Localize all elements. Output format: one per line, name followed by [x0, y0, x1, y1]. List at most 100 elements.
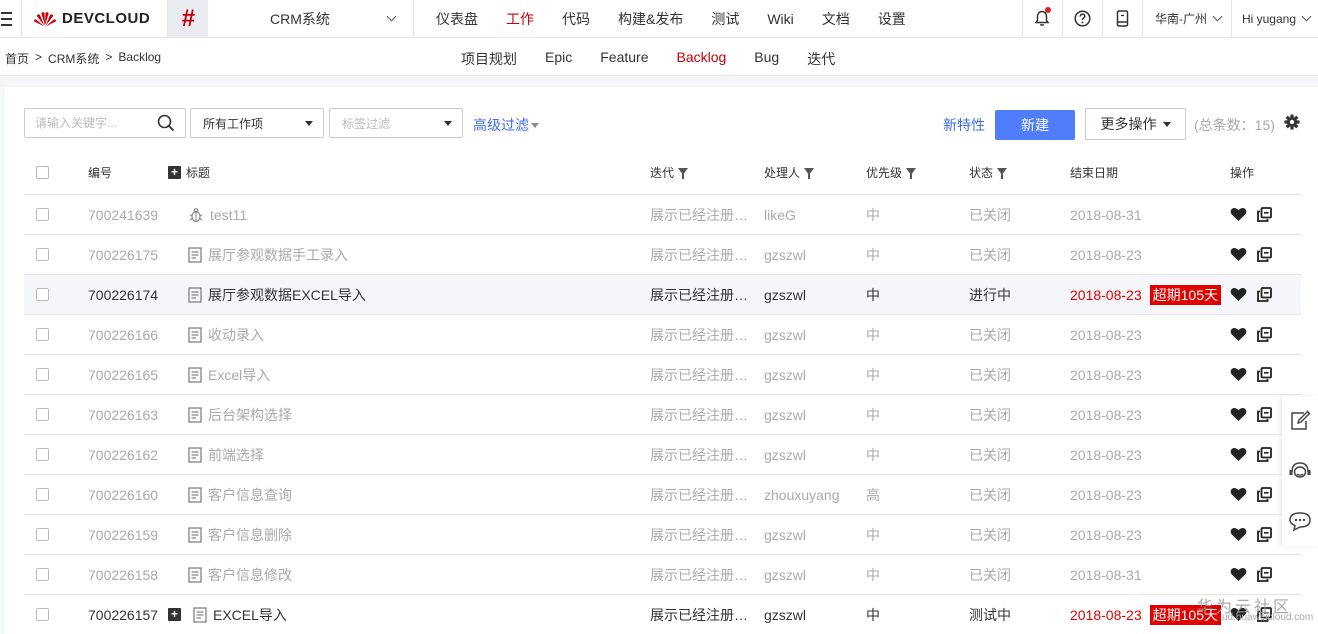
filter-icon[interactable]	[997, 167, 1008, 179]
search-icon[interactable]	[157, 114, 175, 132]
filter-icon[interactable]	[678, 167, 689, 179]
row-checkbox[interactable]	[36, 288, 49, 301]
nav-settings[interactable]: 设置	[878, 9, 906, 29]
nav-dashboard[interactable]: 仪表盘	[436, 9, 478, 29]
filter-icon[interactable]	[804, 167, 815, 179]
copy-icon[interactable]	[1257, 287, 1272, 302]
filter-icon[interactable]	[906, 167, 917, 179]
feedback-button[interactable]	[1282, 396, 1318, 446]
table-row[interactable]: 700226163 后台架构选择 展示已经注册… gzszwl 中 已关闭 2018-08-…	[24, 395, 1301, 435]
customer-service-button[interactable]	[1282, 446, 1318, 496]
nav-docs[interactable]: 文档	[822, 9, 850, 29]
heart-icon[interactable]	[1230, 567, 1247, 582]
work-item-select[interactable]: 所有工作项	[190, 108, 324, 138]
tab-iteration[interactable]: 迭代	[807, 49, 835, 69]
row-id[interactable]: 700226165	[88, 355, 158, 394]
row-title[interactable]: test11	[210, 207, 247, 223]
table-row[interactable]: 700241639 test11 展示已经注册… likeG 中 已关闭 2018-08-3…	[24, 195, 1301, 235]
gear-icon[interactable]	[1284, 114, 1300, 130]
table-row[interactable]: 700226174 展厅参观数据EXCEL导入 展示已经注册… gzszwl 中 进行中 2…	[24, 275, 1301, 315]
copy-icon[interactable]	[1257, 247, 1272, 262]
copy-icon[interactable]	[1257, 207, 1272, 222]
row-checkbox[interactable]	[36, 368, 49, 381]
row-id[interactable]: 700226162	[88, 435, 158, 474]
nav-code[interactable]: 代码	[562, 9, 590, 29]
tab-backlog[interactable]: Backlog	[676, 49, 726, 69]
row-checkbox[interactable]	[36, 608, 49, 621]
copy-icon[interactable]	[1257, 447, 1272, 462]
mobile-button[interactable]	[1101, 0, 1142, 37]
row-id[interactable]: 700226166	[88, 315, 158, 354]
copy-icon[interactable]	[1257, 527, 1272, 542]
copy-icon[interactable]	[1257, 487, 1272, 502]
heart-icon[interactable]	[1230, 527, 1247, 542]
row-id[interactable]: 700241639	[88, 195, 158, 234]
expand-icon[interactable]: +	[168, 608, 181, 621]
heart-icon[interactable]	[1230, 447, 1247, 462]
row-checkbox[interactable]	[36, 328, 49, 341]
row-title[interactable]: 客户信息修改	[208, 565, 292, 585]
expand-all-icon[interactable]: +	[168, 165, 181, 179]
new-feature-link[interactable]: 新特性	[943, 115, 985, 135]
row-id[interactable]: 700226174	[88, 275, 158, 314]
heart-icon[interactable]	[1230, 287, 1247, 302]
row-checkbox[interactable]	[36, 448, 49, 461]
heart-icon[interactable]	[1230, 407, 1247, 422]
help-button[interactable]	[1061, 0, 1102, 37]
breadcrumb-project[interactable]: CRM系统	[48, 50, 99, 67]
row-title[interactable]: EXCEL导入	[213, 605, 287, 625]
row-id[interactable]: 700226160	[88, 475, 158, 514]
copy-icon[interactable]	[1257, 367, 1272, 382]
breadcrumb-home[interactable]: 首页	[5, 50, 29, 67]
region-selector[interactable]: 华南-广州	[1141, 0, 1231, 37]
copy-icon[interactable]	[1257, 567, 1272, 582]
table-row[interactable]: 700226159 客户信息删除 展示已经注册… gzszwl 中 已关闭 2018-08-…	[24, 515, 1301, 555]
tab-epic[interactable]: Epic	[545, 49, 572, 69]
tag-filter-select[interactable]: 标签过滤	[329, 108, 463, 138]
row-title[interactable]: 后台架构选择	[208, 405, 292, 425]
row-checkbox[interactable]	[36, 408, 49, 421]
table-row[interactable]: 700226166 收动录入 展示已经注册… gzszwl 中 已关闭 2018-08-23	[24, 315, 1301, 355]
row-title[interactable]: Excel导入	[208, 365, 270, 385]
row-checkbox[interactable]	[36, 208, 49, 221]
row-checkbox[interactable]	[36, 488, 49, 501]
row-id[interactable]: 700226159	[88, 515, 158, 554]
row-checkbox[interactable]	[36, 248, 49, 261]
select-all-checkbox[interactable]	[36, 165, 49, 179]
table-row[interactable]: 700226160 客户信息查询 展示已经注册… zhouxuyang 高 已关闭 2018…	[24, 475, 1301, 515]
tab-project-planning[interactable]: 项目规划	[461, 49, 517, 69]
table-row[interactable]: 700226175 展厅参观数据手工录入 展示已经注册… gzszwl 中 已关闭 2018…	[24, 235, 1301, 275]
row-checkbox[interactable]	[36, 528, 49, 541]
row-id[interactable]: 700226163	[88, 395, 158, 434]
advanced-filter-link[interactable]: 高级过滤	[473, 115, 539, 135]
tab-bug[interactable]: Bug	[754, 49, 779, 69]
more-actions-button[interactable]: 更多操作	[1085, 108, 1186, 140]
tab-feature[interactable]: Feature	[600, 49, 648, 69]
nav-work[interactable]: 工作	[506, 9, 534, 29]
row-title[interactable]: 展厅参观数据EXCEL导入	[208, 285, 366, 305]
logo[interactable]: DEVCLOUD	[22, 0, 168, 37]
row-title[interactable]: 客户信息查询	[208, 485, 292, 505]
chat-button[interactable]	[1282, 496, 1318, 546]
table-row[interactable]: 700226157 + EXCEL导入 展示已经注册… gzszwl 中 测试中 2018-0…	[24, 595, 1301, 634]
search-input[interactable]	[35, 116, 153, 130]
copy-icon[interactable]	[1257, 327, 1272, 342]
row-title[interactable]: 前端选择	[208, 445, 264, 465]
heart-icon[interactable]	[1230, 327, 1247, 342]
menu-icon[interactable]	[0, 0, 22, 37]
row-id[interactable]: 700226158	[88, 555, 158, 594]
heart-icon[interactable]	[1230, 247, 1247, 262]
table-row[interactable]: 700226162 前端选择 展示已经注册… gzszwl 中 已关闭 2018-08-23	[24, 435, 1301, 475]
row-id[interactable]: 700226175	[88, 235, 158, 274]
user-menu[interactable]: Hi yugang	[1230, 0, 1318, 37]
row-title[interactable]: 客户信息删除	[208, 525, 292, 545]
nav-test[interactable]: 测试	[711, 9, 739, 29]
row-title[interactable]: 展厅参观数据手工录入	[208, 245, 348, 265]
project-icon[interactable]: #	[168, 0, 208, 37]
heart-icon[interactable]	[1230, 207, 1247, 222]
row-id[interactable]: 700226157	[88, 595, 158, 634]
new-button[interactable]: 新建	[995, 110, 1075, 140]
heart-icon[interactable]	[1230, 487, 1247, 502]
nav-wiki[interactable]: Wiki	[767, 11, 793, 27]
table-row[interactable]: 700226158 客户信息修改 展示已经注册… gzszwl 中 已关闭 2018-08-…	[24, 555, 1301, 595]
